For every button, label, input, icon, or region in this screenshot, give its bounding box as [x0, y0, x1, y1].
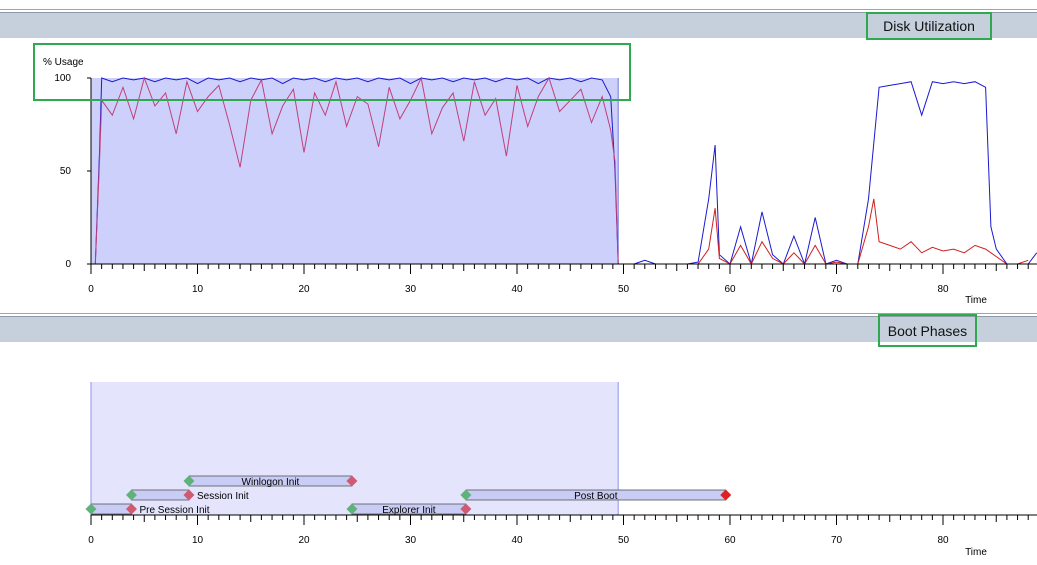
y-tick-label: 0 — [65, 259, 71, 270]
y-tick-label: 50 — [60, 166, 72, 177]
phase-label: Winlogon Init — [242, 477, 300, 488]
x-tick-label: 0 — [88, 284, 94, 295]
boot-phases-title: Boot Phases — [878, 314, 977, 347]
x-tick-label: 10 — [192, 284, 204, 295]
x-tick-label: 20 — [298, 535, 310, 546]
phase-bar — [90, 503, 132, 515]
x-tick-label: 60 — [724, 535, 736, 546]
percent-usage-highlight-box — [33, 43, 631, 101]
x-tick-label: 60 — [724, 284, 736, 295]
disk-utilization-title: Disk Utilization — [866, 12, 992, 40]
phase-label: Explorer Init — [382, 505, 436, 516]
x-tick-label: 0 — [88, 535, 94, 546]
x-tick-label: 70 — [831, 535, 843, 546]
phase-label: Session Init — [197, 491, 249, 502]
boot-phases-chart: Pre Session Init Session Init Winlogon Ini… — [85, 382, 1037, 558]
x-tick-label: 50 — [618, 535, 630, 546]
x-tick-label: 70 — [831, 284, 843, 295]
x-tick-label: 80 — [937, 284, 949, 295]
x-tick-label: 30 — [405, 284, 417, 295]
x-tick-label: 40 — [511, 284, 523, 295]
x-tick-label: 50 — [618, 284, 630, 295]
phase-label: Pre Session Init — [139, 505, 209, 516]
phase-label: Post Boot — [574, 491, 618, 502]
x-axis-label: Time — [965, 547, 987, 558]
x-tick-label: 10 — [192, 535, 204, 546]
x-tick-label: 30 — [405, 535, 417, 546]
phase-bar — [131, 489, 190, 501]
x-tick-label: 20 — [298, 284, 310, 295]
highlight-region — [91, 78, 619, 264]
x-axis-label: Time — [965, 295, 987, 306]
x-tick-label: 80 — [937, 535, 949, 546]
x-tick-label: 40 — [511, 535, 523, 546]
